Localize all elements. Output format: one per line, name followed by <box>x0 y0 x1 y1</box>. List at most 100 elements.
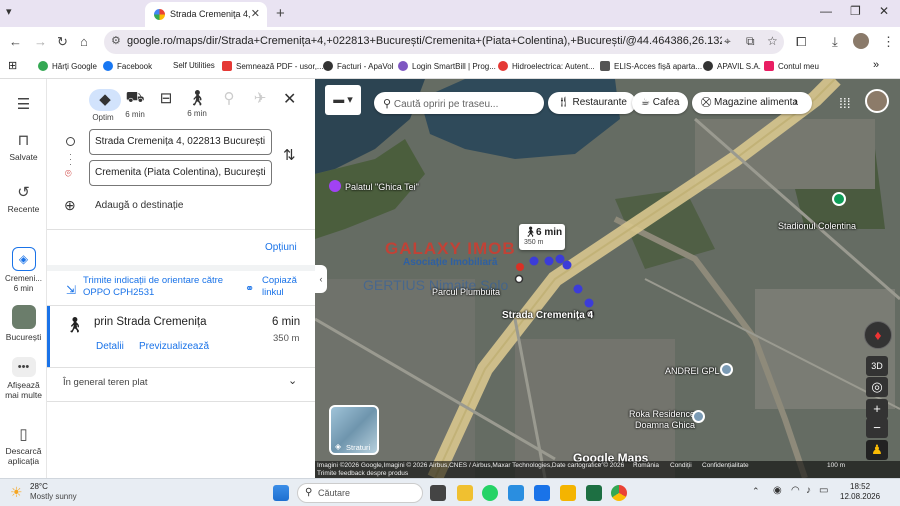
gas-pin-icon[interactable] <box>720 363 733 376</box>
app-icon[interactable] <box>534 485 550 501</box>
send-to-phone[interactable]: Trimite indicații de orientare către OPP… <box>83 275 243 299</box>
install-app-icon[interactable]: ⧉ <box>746 34 755 49</box>
site-info-icon[interactable]: ⚙ <box>111 34 121 47</box>
close-tab-icon[interactable]: ✕ <box>251 7 260 20</box>
home-icon[interactable]: ⌂ <box>80 34 88 49</box>
compass-icon[interactable]: ♦ <box>864 321 892 349</box>
chip-coffee[interactable]: ☕︎ Cafea <box>632 92 689 114</box>
weather-temp[interactable]: 28°C <box>30 482 48 491</box>
tray-app-icon[interactable]: ◉ <box>773 485 782 496</box>
taskbar-search[interactable]: ⚲ Căutare <box>297 483 423 503</box>
label-palace[interactable]: Palatul "Ghica Tei" <box>345 182 419 192</box>
bookmark-semneaza-pdf[interactable]: Semnează PDF - usor,... <box>222 61 324 71</box>
add-destination-icon[interactable]: ⊕ <box>64 197 76 214</box>
app-icon[interactable] <box>508 485 524 501</box>
bookmark-elis[interactable]: ELIS-Acces fișă aparta... <box>600 61 702 71</box>
minimize-icon[interactable]: — <box>820 4 832 18</box>
maximize-icon[interactable]: ❐ <box>850 4 861 18</box>
tab-search-icon[interactable]: ▾ <box>6 5 12 18</box>
apps-grid-icon[interactable]: ⊞ <box>8 59 17 72</box>
reload-icon[interactable]: ↻ <box>57 34 68 50</box>
file-explorer-icon[interactable] <box>560 485 576 501</box>
bookmark-smartbill[interactable]: Login SmartBill | Prog... <box>398 61 496 71</box>
bookmark-star-icon[interactable]: ☆ <box>767 34 778 48</box>
task-view-icon[interactable] <box>430 485 446 501</box>
forward-icon[interactable]: → <box>34 34 47 49</box>
map-layer-toggle-icon[interactable]: ▬ ▾ <box>325 85 361 115</box>
whatsapp-icon[interactable] <box>482 485 498 501</box>
copy-link[interactable]: Copiază linkul <box>262 275 312 299</box>
apps-grid-icon[interactable]: ⁞⁞⁞ <box>839 95 851 111</box>
rail-download-app[interactable]: ▯ Descarcă aplicația <box>0 425 47 466</box>
close-window-icon[interactable]: ✕ <box>879 4 889 18</box>
clock-date[interactable]: 12.08.2026 <box>840 492 880 501</box>
more-bookmarks-icon[interactable]: » <box>873 59 879 71</box>
label-park[interactable]: Parcul Plumbuita <box>432 287 500 297</box>
mode-transit[interactable]: ⊟ <box>152 89 180 109</box>
mode-flight[interactable]: ✈︎ <box>246 89 274 109</box>
my-location-icon[interactable]: ◎ <box>866 377 888 397</box>
browser-tab[interactable]: Strada Cremeniţa 4, 02… ✕ <box>145 2 267 27</box>
footer-link-terms[interactable]: Condiții <box>670 462 692 469</box>
details-button[interactable]: Detalii <box>96 341 124 352</box>
chevron-down-icon[interactable]: ⌄ <box>288 374 297 387</box>
extensions-icon[interactable]: ⧠ <box>796 34 806 50</box>
zoom-out-button[interactable]: − <box>866 418 888 438</box>
add-destination[interactable]: Adaugă o destinație <box>95 200 183 211</box>
rail-recent[interactable]: ↺ Recente <box>0 183 47 214</box>
menu-hamburger-icon[interactable]: ☰ <box>0 95 47 116</box>
account-avatar[interactable] <box>865 89 889 113</box>
footer-link-privacy[interactable]: Confidențialitate <box>702 462 749 469</box>
send-feedback-link[interactable]: Trimite feedback despre produs <box>317 470 408 477</box>
download-icon[interactable]: ⤓ <box>832 34 838 50</box>
bookmark-self-utilities[interactable]: Self Utilities <box>173 61 215 70</box>
museum-pin-icon[interactable] <box>329 180 341 192</box>
location-icon[interactable]: ⌖ <box>724 34 731 49</box>
label-roka-residence[interactable]: Roka Residence Doamna Ghica <box>625 409 695 431</box>
toggle-3d-button[interactable]: 3D <box>866 356 888 376</box>
volume-icon[interactable]: ♪ <box>806 485 811 496</box>
destination-input[interactable]: Cremenita (Piata Colentina), București <box>89 160 272 186</box>
bookmark-facturi-apavol[interactable]: Facturi - ApaVol <box>323 61 393 71</box>
rail-recent-cremenita[interactable]: ◈ Cremeni... 6 min <box>0 247 47 294</box>
clock-time[interactable]: 18:52 <box>850 482 870 491</box>
mode-bike[interactable]: ⚲ <box>215 89 243 109</box>
tray-chevron-icon[interactable]: ⌃ <box>752 486 760 497</box>
stadium-pin-icon[interactable] <box>832 192 846 206</box>
close-directions-icon[interactable]: ✕ <box>283 89 296 109</box>
mode-car[interactable]: ⛟ 6 min <box>121 89 149 119</box>
preview-button[interactable]: Previzualizează <box>139 341 209 352</box>
options-button[interactable]: Opțiuni <box>265 242 297 253</box>
map-canvas[interactable]: GALAXY IMOB Asociație Imobiliară GERTIUS… <box>315 79 900 478</box>
new-tab-icon[interactable]: + <box>276 5 285 22</box>
route-option[interactable]: 🚶︎ prin Strada Cremenița 6 min 350 m Det… <box>47 306 315 367</box>
wifi-icon[interactable]: ◠ <box>791 485 800 496</box>
scale-bar[interactable]: 100 m <box>827 462 845 469</box>
footer-link-romania[interactable]: România <box>633 462 659 469</box>
rail-show-more[interactable]: ••• Afișează mai multe <box>0 357 47 400</box>
excel-icon[interactable] <box>586 485 602 501</box>
layers-button[interactable]: ◈ Straturi <box>329 405 379 455</box>
label-stadium[interactable]: Stadionul Colentina <box>778 221 856 231</box>
url-text[interactable]: google.ro/maps/dir/Strada+Cremenița+4,+0… <box>127 35 722 47</box>
origin-input[interactable]: Strada Cremenița 4, 022813 București <box>89 129 272 155</box>
terrain-info[interactable]: În general teren plat <box>63 377 148 388</box>
residence-pin-icon[interactable] <box>692 410 705 423</box>
chip-restaurants[interactable]: 🍴︎ Restaurante <box>548 92 636 114</box>
omnibox[interactable]: ⚙ google.ro/maps/dir/Strada+Cremenița+4,… <box>104 30 784 54</box>
chips-next-icon[interactable]: › <box>794 96 798 108</box>
windows-start-icon[interactable] <box>273 485 289 501</box>
back-icon[interactable]: ← <box>9 34 22 49</box>
mode-walk[interactable]: 🚶︎ 6 min <box>183 89 211 118</box>
bookmark-apavil[interactable]: APAVIL S.A. <box>703 61 761 71</box>
route-callout[interactable]: 🚶︎ 6 min 350 m <box>519 224 565 250</box>
chrome-icon[interactable] <box>611 485 627 501</box>
menu-dots-icon[interactable]: ⋮ <box>882 34 895 50</box>
label-origin-street[interactable]: Strada Cremenița 4 <box>502 310 593 321</box>
zoom-in-button[interactable]: + <box>866 399 888 419</box>
label-andrei-gpl[interactable]: ANDREI GPL <box>665 366 720 376</box>
bookmark-harti-google[interactable]: Hărți Google <box>38 61 97 71</box>
collapse-panel-icon[interactable]: ‹ <box>315 265 327 293</box>
rail-recent-bucuresti[interactable]: București <box>0 305 47 342</box>
map-search-input[interactable]: ⚲ Caută opriri pe traseu... <box>374 92 544 114</box>
